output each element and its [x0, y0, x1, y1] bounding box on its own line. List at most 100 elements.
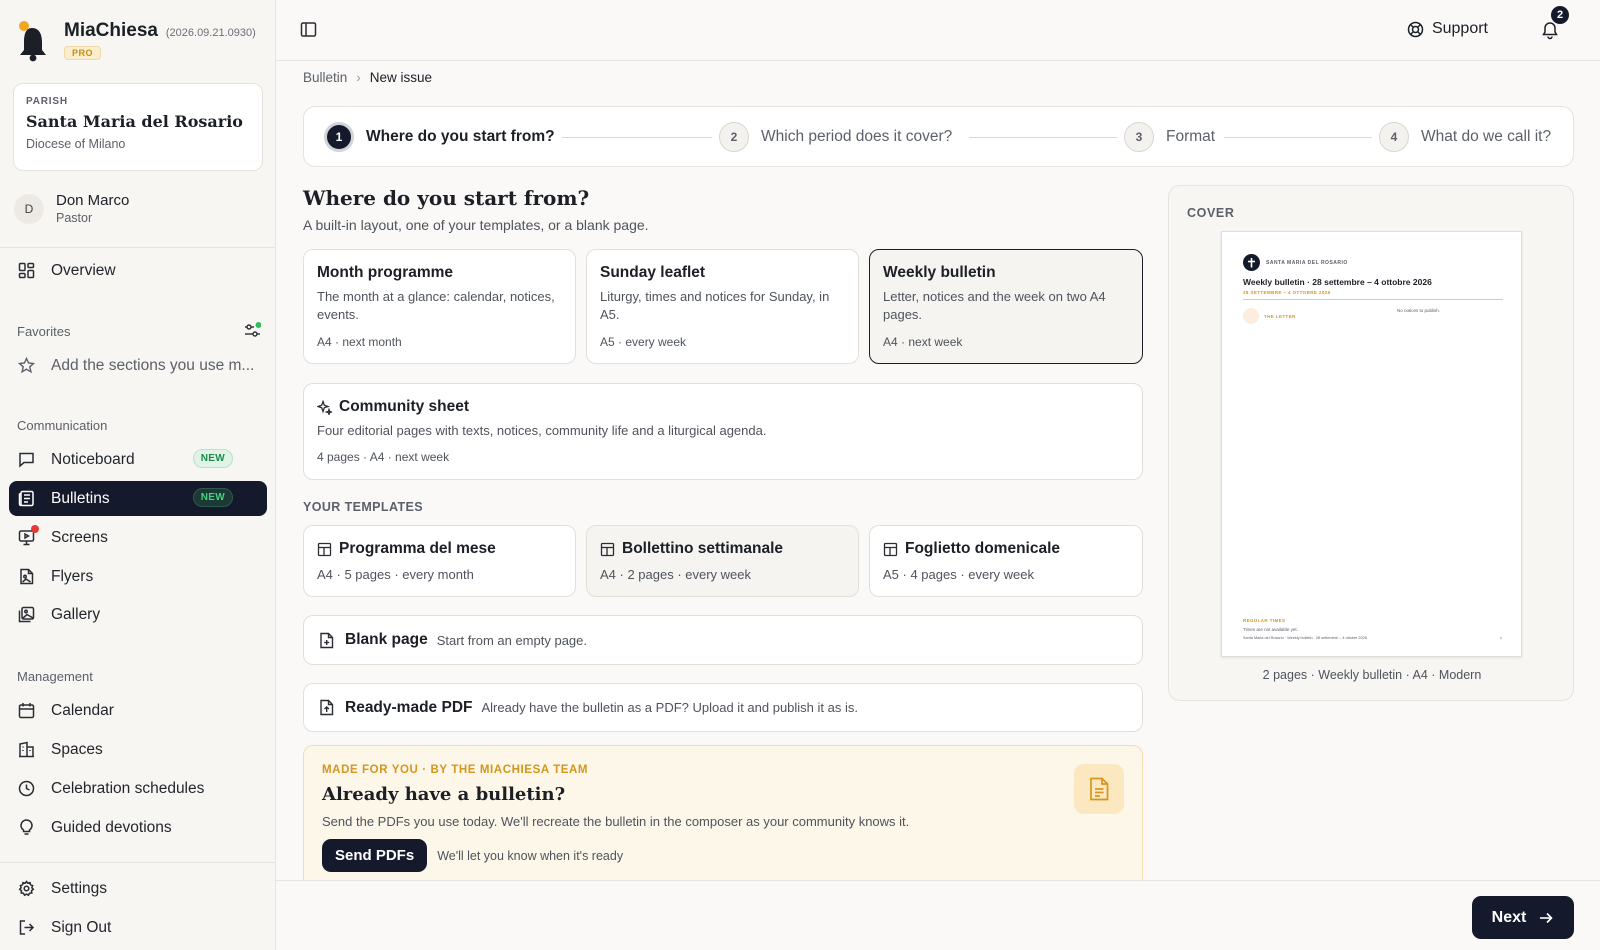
step-1[interactable]: 1 Where do you start from?: [324, 122, 555, 152]
card-description: The month at a glance: calendar, notices…: [317, 289, 555, 322]
sidebar-item-label: Bulletins: [51, 489, 110, 507]
sidebar-item-label: Gallery: [51, 605, 101, 623]
promo-document-badge: [1074, 764, 1124, 814]
templates-section-label: YOUR TEMPLATES: [303, 500, 423, 514]
sidebar-item-label: Screens: [51, 528, 108, 546]
ready-made-pdf-option[interactable]: Ready-made PDF Already have the bulletin…: [303, 683, 1143, 732]
file-plus-icon: [320, 632, 334, 648]
step-2[interactable]: 2 Which period does it cover?: [719, 122, 952, 152]
step-label: Which period does it cover?: [761, 128, 953, 145]
step-label: Format: [1166, 128, 1216, 145]
sidebar-item-label: Overview: [51, 261, 116, 279]
card-title: Month programme: [317, 264, 454, 281]
wizard-footer: Next: [276, 880, 1600, 950]
card-title: Foglietto domenicale: [905, 540, 1061, 557]
template-card-foglietto-domenicale[interactable]: Foglietto domenicale A5 · 4 pages · ever…: [869, 525, 1143, 597]
sidebar-item-sign-out[interactable]: Sign Out: [9, 910, 267, 945]
cover-caption: 2 pages · Weekly bulletin · A4 · Modern: [1262, 668, 1482, 682]
layout-card-sunday-leaflet[interactable]: Sunday leaflet Liturgy, times and notice…: [586, 249, 859, 364]
favorites-empty-label: Add the sections you use m...: [51, 356, 255, 374]
sidebar-item-calendar[interactable]: Calendar: [9, 693, 267, 728]
layout-card-month-programme[interactable]: Month programme The month at a glance: c…: [303, 249, 576, 364]
cover-label: COVER: [1187, 206, 1235, 220]
support-button[interactable]: Support: [1407, 20, 1488, 38]
brand[interactable]: MiaChiesa (2026.09.21.0930) PRO: [16, 20, 256, 62]
blank-page-option[interactable]: Blank page Start from an empty page.: [303, 615, 1143, 665]
template-card-bollettino-settimanale[interactable]: Bollettino settimanale A4 · 2 pages · ev…: [586, 525, 859, 597]
parish-card[interactable]: PARISH Santa Maria del Rosario Diocese o…: [13, 83, 263, 171]
parish-name: Santa Maria del Rosario: [26, 112, 243, 131]
send-pdfs-button[interactable]: Send PDFs: [322, 839, 428, 872]
sidebar-item-label: Spaces: [51, 740, 103, 758]
sidebar-item-label: Sign Out: [51, 918, 112, 936]
card-meta: A5 · 4 pages · every week: [883, 567, 1035, 582]
breadcrumb-parent-link[interactable]: Bulletin: [303, 70, 347, 85]
card-description: Letter, notices and the week on two A4 p…: [883, 289, 1106, 322]
new-badge: NEW: [192, 488, 233, 507]
gear-icon: [18, 880, 35, 897]
sidebar-item-overview[interactable]: Overview: [9, 253, 267, 288]
sidebar-divider: [0, 862, 276, 863]
user-profile[interactable]: D Don Marco Pastor: [14, 192, 129, 225]
card-description: Four editorial pages with texts, notices…: [317, 423, 767, 438]
promo-eyebrow: MADE FOR YOU · BY THE MIACHIESA TEAM: [322, 764, 589, 776]
step-number: 1: [324, 122, 354, 152]
step-connector: [562, 137, 712, 138]
thumb-letter-heading: THE LETTER: [1264, 314, 1296, 319]
cover-preview-panel: COVER SANTA MARIA DEL ROSARIO Weekly bul…: [1168, 185, 1574, 701]
sidebar: MiaChiesa (2026.09.21.0930) PRO PARISH S…: [0, 0, 276, 950]
favorites-add-item[interactable]: Add the sections you use m...: [9, 348, 267, 383]
breadcrumb-current: New issue: [369, 70, 433, 85]
card-meta: A4 · 2 pages · every week: [600, 567, 752, 582]
app-name: MiaChiesa: [64, 20, 158, 41]
sidebar-item-spaces[interactable]: Spaces: [9, 732, 267, 767]
sidebar-item-bulletins[interactable]: Bulletins NEW: [9, 481, 267, 516]
page-title: Where do you start from?: [303, 186, 590, 210]
parish-diocese: Diocese of Milano: [26, 137, 126, 151]
sidebar-item-celebration-schedules[interactable]: Celebration schedules: [9, 771, 267, 806]
sidebar-item-guided-devotions[interactable]: Guided devotions: [9, 810, 267, 845]
sidebar-item-label: Celebration schedules: [51, 779, 205, 797]
star-icon: [18, 357, 35, 374]
sidebar-item-screens[interactable]: Screens: [9, 520, 267, 555]
promo-note: We'll let you know when it's ready: [437, 848, 624, 863]
promo-title: Already have a bulletin?: [322, 784, 566, 805]
images-icon: [18, 606, 35, 623]
sidebar-item-label: Settings: [51, 879, 108, 897]
sidebar-item-label: Calendar: [51, 701, 114, 719]
step-3[interactable]: 3 Format: [1124, 122, 1215, 152]
card-meta: A4 · next week: [883, 335, 963, 349]
thumb-footer: Santa Maria del Rosario · Weekly bulleti…: [1243, 636, 1367, 640]
sidebar-item-flyers[interactable]: Flyers: [9, 559, 267, 594]
card-title: Programma del mese: [339, 540, 496, 557]
sidebar-item-label: Guided devotions: [51, 818, 172, 836]
card-description: Start from an empty page.: [436, 632, 587, 648]
layout-card-weekly-bulletin[interactable]: Weekly bulletin Letter, notices and the …: [869, 249, 1143, 364]
promo-description: Send the PDFs you use today. We'll recre…: [322, 814, 910, 829]
sign-out-icon: [19, 920, 35, 935]
sidebar-item-noticeboard[interactable]: Noticeboard NEW: [9, 442, 267, 477]
user-role: Pastor: [56, 211, 93, 225]
favorites-settings-icon[interactable]: [244, 322, 261, 339]
breadcrumb: Bulletin › New issue: [303, 70, 432, 85]
template-card-programma-del-mese[interactable]: Programma del mese A4 · 5 pages · every …: [303, 525, 576, 597]
message-square-icon: [19, 452, 34, 468]
cross-logo-icon: [1243, 254, 1260, 271]
file-image-icon: [20, 568, 34, 585]
step-number: 4: [1379, 122, 1409, 152]
card-title: Community sheet: [339, 398, 470, 415]
thumb-page-number: 1: [1499, 636, 1502, 640]
cover-page-thumbnail[interactable]: SANTA MARIA DEL ROSARIO Weekly bulletin …: [1221, 231, 1522, 657]
next-button[interactable]: Next: [1472, 896, 1574, 939]
sidebar-item-label: Noticeboard: [51, 450, 135, 468]
step-connector: [969, 137, 1117, 138]
card-title: Weekly bulletin: [883, 264, 996, 281]
document-text-icon: [1090, 777, 1109, 801]
step-4[interactable]: 4 What do we call it?: [1379, 122, 1551, 152]
sidebar-toggle-icon[interactable]: [300, 21, 317, 38]
sidebar-item-gallery[interactable]: Gallery: [9, 597, 267, 632]
card-meta: 4 pages · A4 · next week: [317, 450, 450, 464]
thumb-rule: [1243, 299, 1503, 300]
sidebar-item-settings[interactable]: Settings: [9, 871, 267, 906]
layout-card-community-sheet[interactable]: Community sheet Four editorial pages wit…: [303, 383, 1143, 480]
